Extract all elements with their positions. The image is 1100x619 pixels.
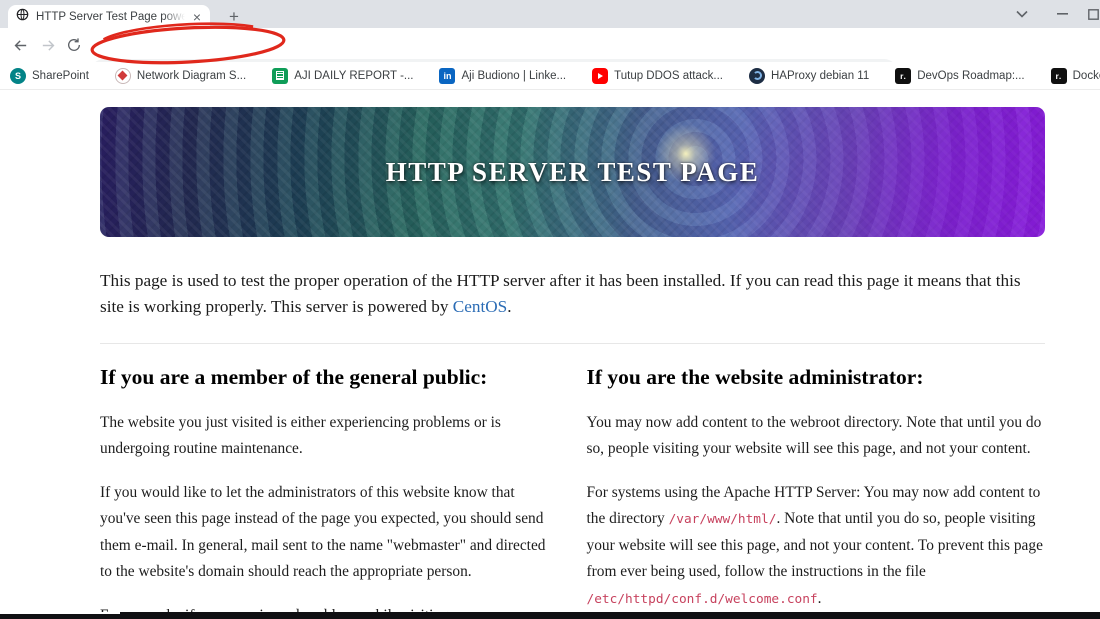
tab-strip: HTTP Server Test Page powered × +	[0, 0, 1100, 28]
reload-button[interactable]	[64, 35, 84, 55]
bookmark-network-diagram[interactable]: Network Diagram S...	[114, 67, 246, 84]
intro-paragraph: This page is used to test the proper ope…	[100, 271, 1021, 316]
paragraph: For systems using the Apache HTTP Server…	[586, 483, 1043, 607]
paragraph: You may now add content to the webroot d…	[586, 414, 1042, 458]
tab-title: HTTP Server Test Page powered	[36, 10, 185, 23]
code-path: /etc/httpd/conf.d/welcome.conf	[586, 591, 818, 607]
bookmark-devops-roadmap[interactable]: r. DevOps Roadmap:...	[895, 67, 1025, 84]
code-path: /var/www/html/	[668, 512, 777, 528]
bookmark-aji-daily-report[interactable]: AJI DAILY REPORT -...	[272, 67, 413, 84]
tab-http-server-test-page[interactable]: HTTP Server Test Page powered ×	[8, 5, 210, 28]
administrator-heading: If you are the website administrator:	[586, 365, 924, 389]
paragraph: If you would like to let the administrat…	[100, 483, 546, 581]
haproxy-icon	[749, 67, 765, 84]
administrator-column: If you are the website administrator: Yo…	[587, 365, 1046, 612]
horizontal-divider	[100, 343, 1045, 344]
browser-window: HTTP Server Test Page powered × + Not	[0, 0, 1100, 619]
paragraph: For example, if you experienced problems…	[100, 603, 559, 612]
youtube-icon	[592, 67, 609, 84]
linkedin-icon: in	[439, 67, 456, 84]
bottom-edge-notch	[0, 612, 120, 614]
maximize-button[interactable]	[1086, 0, 1100, 28]
bookmark-haproxy[interactable]: HAProxy debian 11	[749, 67, 869, 84]
centos-link[interactable]: CentOS	[453, 297, 507, 316]
tab-close-icon[interactable]: ×	[192, 10, 202, 24]
globe-favicon-icon	[16, 8, 29, 26]
bookmark-docker-roadmap[interactable]: r. Docker Roadmap -...	[1050, 67, 1100, 84]
browser-toolbar: Not secure 192.168.77.83 a	[0, 28, 1100, 87]
diagram-icon	[114, 67, 131, 84]
google-sheets-icon	[272, 67, 289, 84]
new-tab-button[interactable]: +	[222, 5, 246, 29]
bookmark-linkedin[interactable]: in Aji Budiono | Linke...	[439, 67, 566, 84]
general-public-heading: If you are a member of the general publi…	[100, 365, 488, 389]
roadmap-icon: r.	[895, 67, 912, 84]
tab-search-chevron-icon[interactable]	[1008, 0, 1036, 28]
page-title: HTTP SERVER TEST PAGE	[385, 156, 760, 187]
paragraph: The website you just visited is either e…	[100, 414, 501, 458]
bookmark-youtube[interactable]: Tutup DDOS attack...	[592, 67, 723, 84]
general-public-column: If you are a member of the general publi…	[100, 365, 559, 612]
roadmap-icon: r.	[1050, 67, 1067, 84]
bottom-screen-edge	[0, 612, 1100, 619]
minimize-button[interactable]	[1048, 0, 1076, 28]
bookmark-sharepoint[interactable]: S SharePoint	[10, 67, 89, 84]
back-button[interactable]	[10, 35, 30, 55]
forward-button[interactable]	[38, 35, 58, 55]
sharepoint-icon: S	[10, 67, 26, 84]
page-content: HTTP SERVER TEST PAGE This page is used …	[0, 90, 1100, 612]
banner-image: HTTP SERVER TEST PAGE	[100, 107, 1045, 237]
bookmarks-bar: S SharePoint Network Diagram S... AJI DA…	[0, 62, 1100, 90]
